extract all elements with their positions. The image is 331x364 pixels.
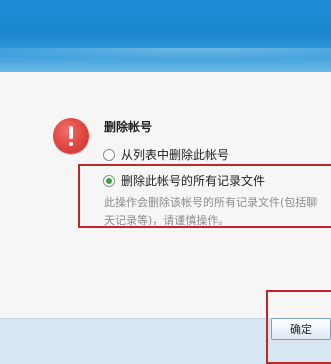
option-remove-from-list-label: 从列表中删除此帐号 — [121, 148, 230, 162]
ok-button[interactable]: 确定 — [271, 318, 331, 340]
delete-account-dialog: 删除帐号 从列表中删除此帐号 删除此帐号的所有记录文件 此操作会删除该帐号的所有… — [0, 0, 331, 364]
option-remove-from-list[interactable]: 从列表中删除此帐号 — [103, 146, 229, 163]
radio-unchecked-icon[interactable] — [103, 148, 115, 161]
error-icon-dot — [69, 142, 73, 146]
error-icon-bar — [69, 126, 73, 139]
highlight-box-option — [78, 164, 331, 228]
dialog-title: 删除帐号 — [104, 120, 153, 134]
title-bar — [0, 0, 331, 76]
error-icon — [53, 118, 89, 154]
